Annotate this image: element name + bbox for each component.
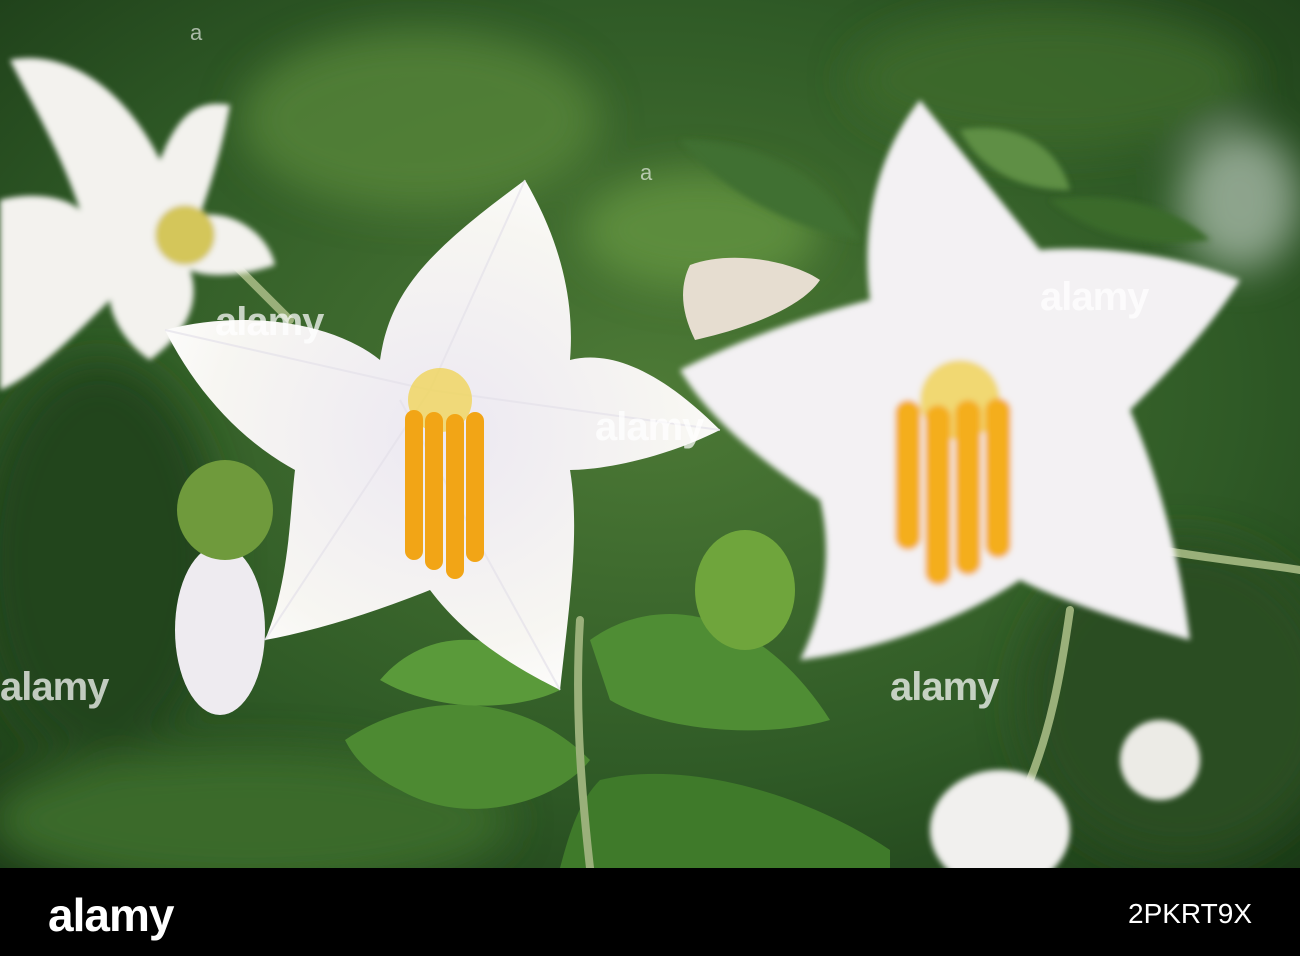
footer-bar: alamy 2PKRT9X bbox=[0, 868, 1300, 956]
photo-viewer: alamy alamy alamy alamy alamy a a alamy … bbox=[0, 0, 1300, 956]
watermark: alamy bbox=[890, 665, 999, 709]
watermark: alamy bbox=[595, 405, 704, 449]
alamy-logo: alamy bbox=[48, 889, 174, 941]
watermark: alamy bbox=[0, 665, 109, 709]
watermark: alamy bbox=[215, 300, 324, 344]
watermark-letter: a bbox=[190, 20, 203, 45]
watermark: alamy bbox=[1040, 275, 1149, 319]
watermark-letter: a bbox=[640, 160, 653, 185]
image-id: 2PKRT9X bbox=[1128, 898, 1252, 929]
